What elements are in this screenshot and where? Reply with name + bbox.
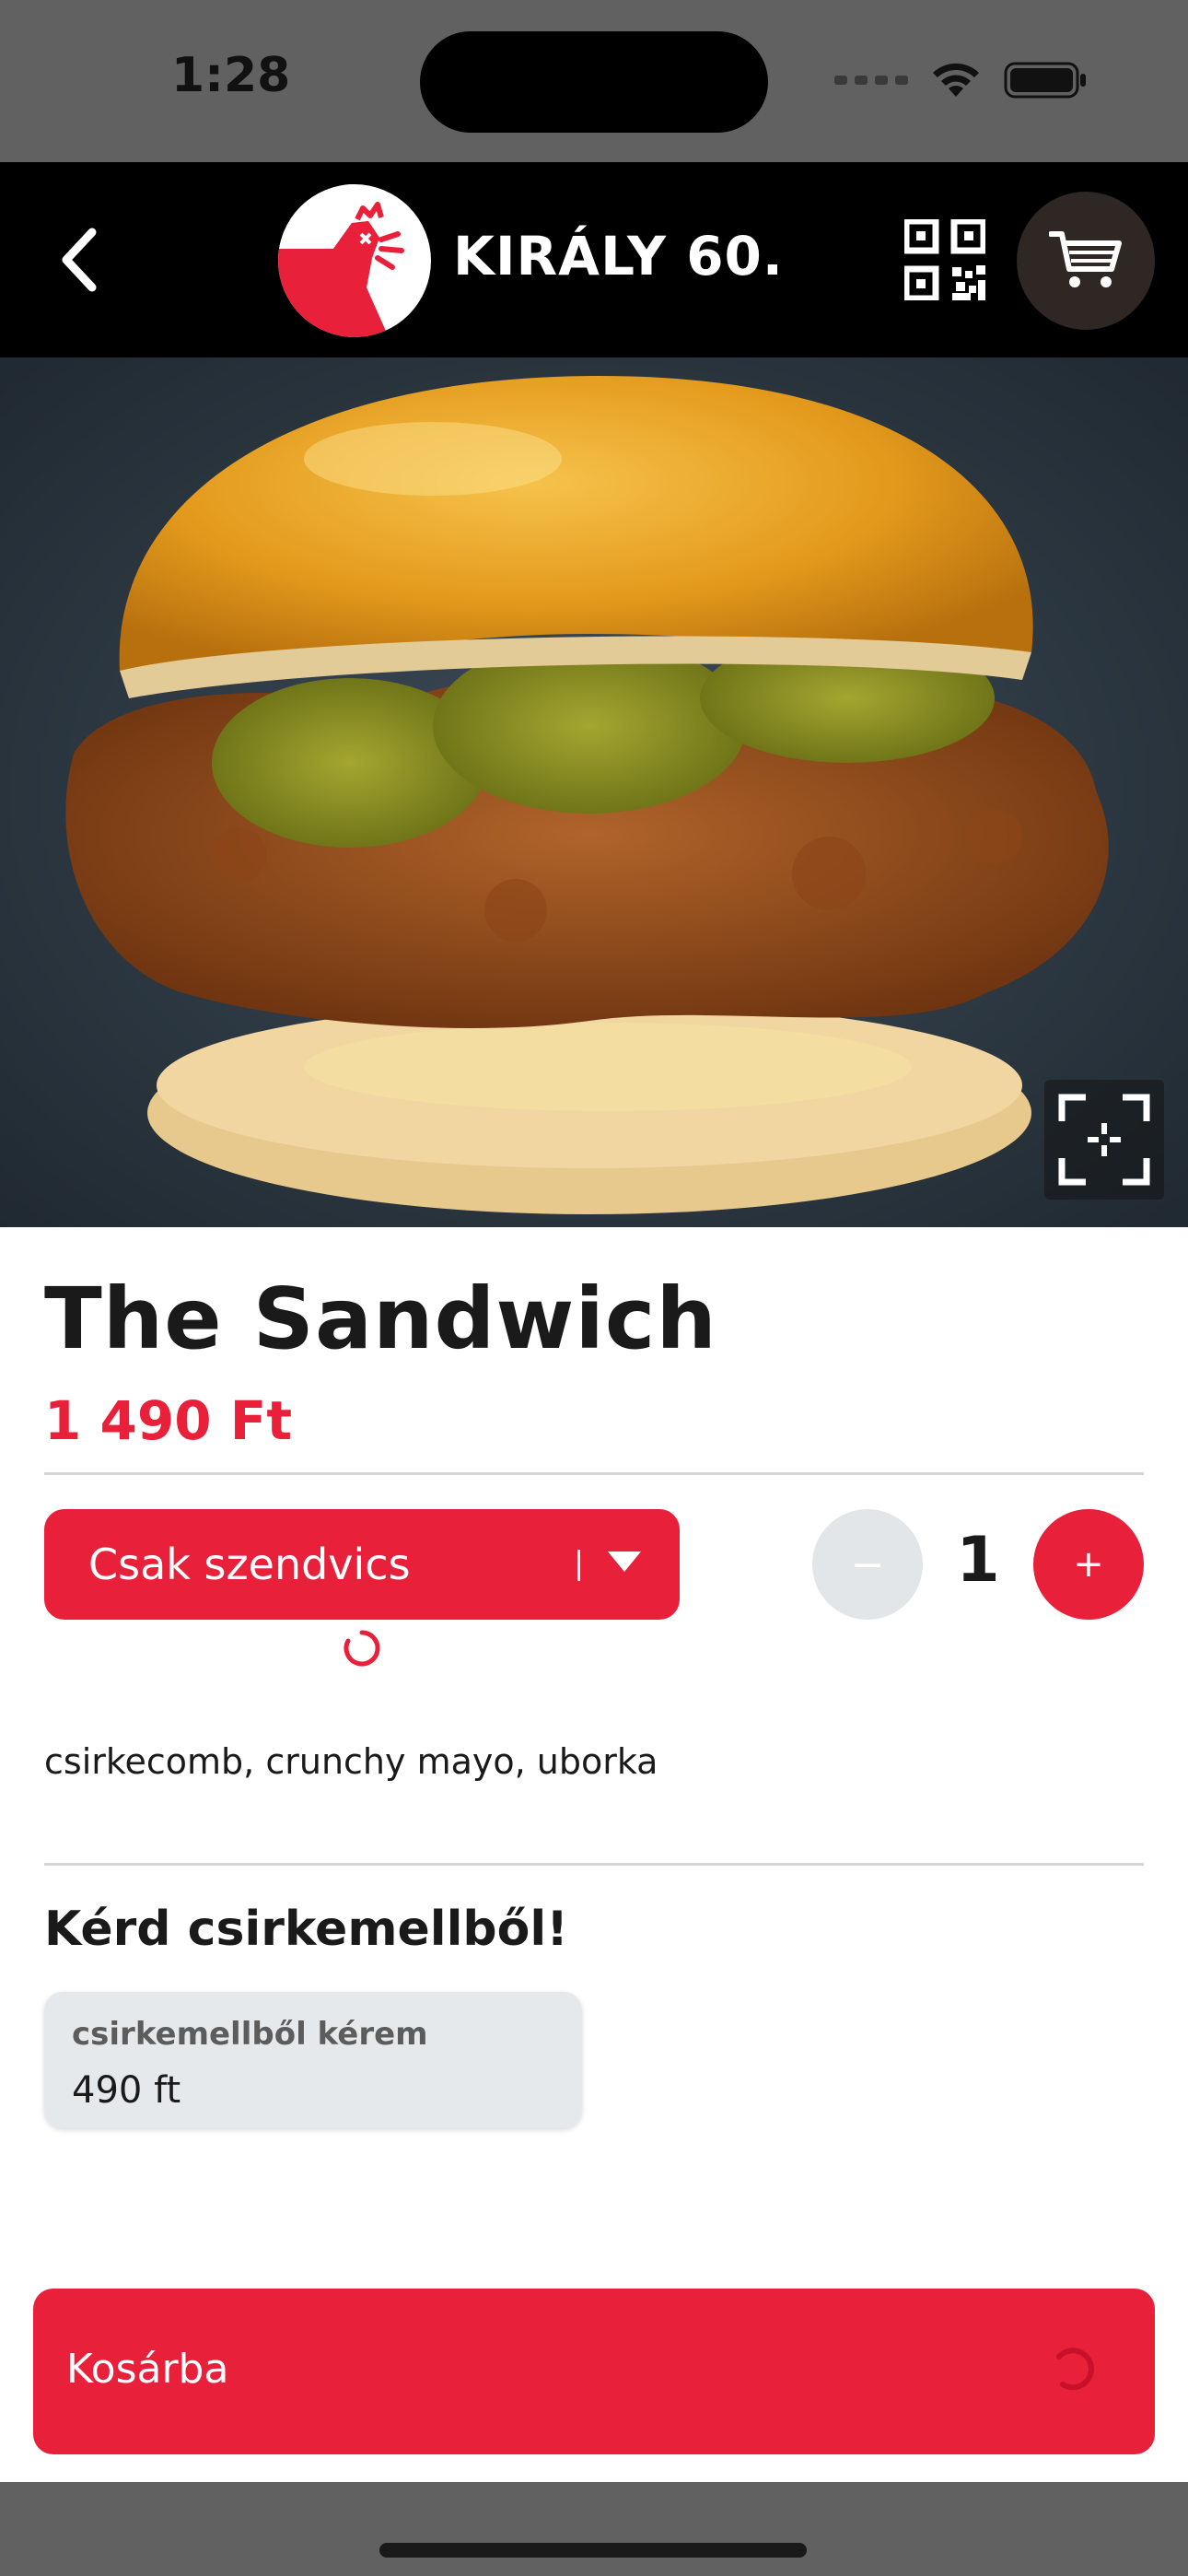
battery-icon xyxy=(1004,62,1086,99)
product-description: csirkecomb, crunchy mayo, uborka xyxy=(44,1741,658,1782)
wifi-icon xyxy=(933,63,979,97)
rooster-logo-icon xyxy=(278,184,404,337)
addon-section-title: Kérd csirkemellből! xyxy=(44,1902,568,1957)
addon-option-card[interactable]: csirkemellből kérem 490 ft xyxy=(44,1992,582,2128)
dynamic-island xyxy=(420,31,768,133)
qr-code-button[interactable] xyxy=(899,214,991,306)
brand-logo xyxy=(278,184,431,337)
loading-spinner-icon xyxy=(1056,2348,1094,2391)
cellular-signal-icon xyxy=(834,76,908,85)
status-indicators xyxy=(834,57,1089,103)
cart-button[interactable] xyxy=(1017,192,1155,330)
chevron-left-icon xyxy=(62,228,97,292)
quantity-decrease-button[interactable]: − xyxy=(812,1509,923,1620)
expand-icon xyxy=(1058,1094,1150,1186)
add-to-cart-button[interactable]: Kosárba xyxy=(33,2289,1155,2454)
dropdown-separator xyxy=(577,1550,580,1581)
sandwich-image xyxy=(0,357,1188,1227)
loading-spinner-icon xyxy=(344,1630,380,1667)
fullscreen-button[interactable] xyxy=(1044,1080,1164,1200)
app-header: KIRÁLY 60. xyxy=(0,162,1188,357)
add-to-cart-label: Kosárba xyxy=(66,2346,229,2393)
status-time: 1:28 xyxy=(171,48,291,103)
restaurant-title: KIRÁLY 60. xyxy=(453,225,784,287)
caret-down-icon xyxy=(608,1551,641,1572)
variant-selected-label: Csak szendvics xyxy=(88,1540,411,1589)
quantity-value: 1 xyxy=(956,1524,1000,1597)
bottom-safe-area xyxy=(0,2482,1188,2576)
divider xyxy=(44,1472,1144,1475)
status-bar: 1:28 xyxy=(0,0,1188,162)
back-button[interactable] xyxy=(33,214,125,306)
variant-dropdown[interactable]: Csak szendvics xyxy=(44,1509,680,1620)
quantity-increase-button[interactable]: + xyxy=(1033,1509,1144,1620)
product-price: 1 490 Ft xyxy=(44,1389,293,1452)
divider xyxy=(44,1863,1144,1866)
home-indicator[interactable] xyxy=(379,2543,807,2558)
product-name: The Sandwich xyxy=(44,1270,717,1368)
qr-code-icon xyxy=(904,219,985,300)
addon-price: 490 ft xyxy=(72,2069,181,2112)
shopping-cart-icon xyxy=(1049,231,1122,287)
addon-name: csirkemellből kérem xyxy=(72,2016,428,2053)
product-photo xyxy=(0,357,1188,1227)
